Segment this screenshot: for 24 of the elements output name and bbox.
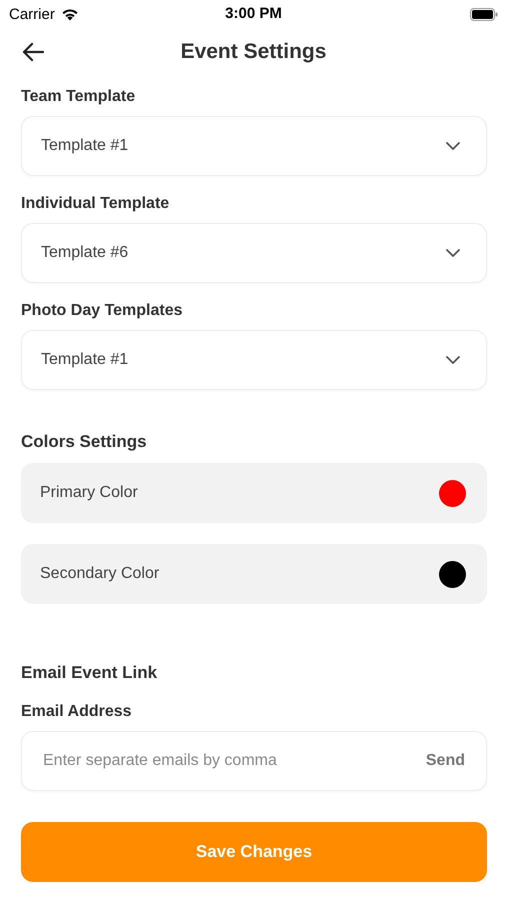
- template-dropdown[interactable]: Template #1: [21, 330, 487, 390]
- send-button[interactable]: Send: [426, 752, 465, 770]
- page-title: Event Settings: [180, 40, 326, 64]
- email-field[interactable]: Enter separate emails by comma Send: [21, 731, 487, 791]
- template-dropdown[interactable]: Template #1: [21, 116, 487, 176]
- field-label: Email Address: [21, 703, 132, 721]
- chevron-down-icon: [446, 249, 460, 257]
- section-heading: Email Event Link: [21, 663, 158, 683]
- back-arrow-icon: [22, 43, 44, 61]
- section-heading: Colors Settings: [21, 432, 147, 452]
- color-setting-row[interactable]: Primary Color: [21, 463, 487, 523]
- field-label: Photo Day Templates: [21, 302, 183, 320]
- color-label: Secondary Color: [40, 565, 160, 583]
- battery-icon: [470, 8, 498, 20]
- status-time: 3:00 PM: [225, 5, 282, 22]
- chevron-down-icon: [446, 142, 460, 150]
- field-label: Team Template: [21, 88, 136, 106]
- chevron-down-icon: [446, 356, 460, 364]
- wifi-icon: [60, 8, 79, 20]
- color-label: Primary Color: [40, 484, 138, 502]
- carrier-label: Carrier: [9, 6, 55, 22]
- field-label: Individual Template: [21, 195, 170, 213]
- color-setting-row[interactable]: Secondary Color: [21, 544, 487, 604]
- template-dropdown[interactable]: Template #6: [21, 223, 487, 283]
